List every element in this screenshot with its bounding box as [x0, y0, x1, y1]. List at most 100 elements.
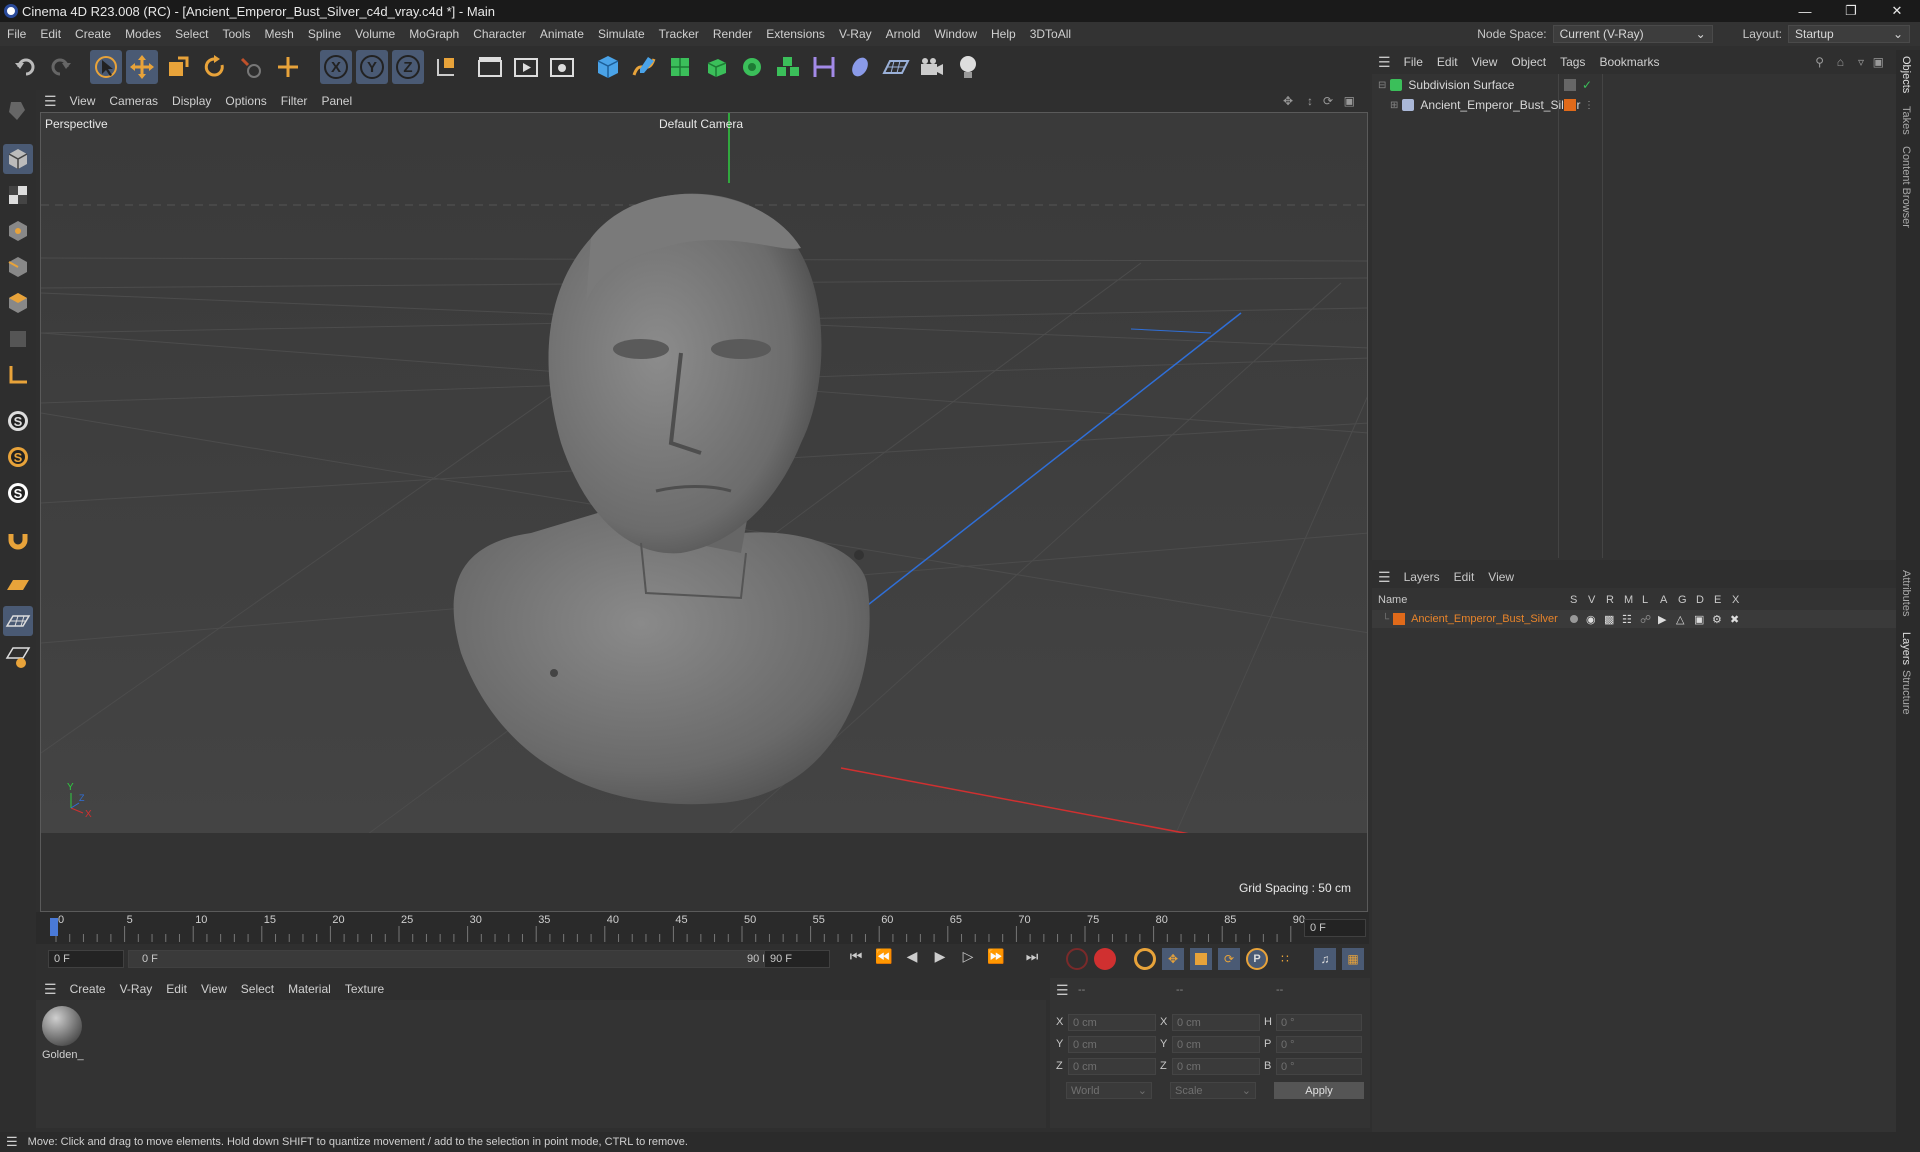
restore-button[interactable]: ❐ — [1828, 0, 1874, 22]
snap-tool-2-button[interactable]: S — [3, 442, 33, 472]
layer-tag-icon[interactable] — [1564, 79, 1576, 91]
visibility-dots-icon[interactable]: ⋮ — [1584, 100, 1594, 111]
snap-tool-1-button[interactable]: S — [3, 406, 33, 436]
tab-attributes[interactable]: Attributes — [1900, 570, 1912, 616]
eye-icon[interactable]: ◉ — [1586, 613, 1596, 626]
object-menu-file[interactable]: File — [1397, 55, 1430, 69]
render-picture-viewer-button[interactable] — [510, 50, 542, 84]
pos-x-field[interactable]: 0 cm — [1068, 1014, 1156, 1031]
material-menu-texture[interactable]: Texture — [338, 982, 391, 996]
material-menu-vray[interactable]: V-Ray — [113, 982, 160, 996]
menu-arnold[interactable]: Arnold — [879, 27, 928, 41]
snap-tool-3-button[interactable]: S — [3, 478, 33, 508]
new-window-icon[interactable]: ▣ — [1873, 55, 1884, 69]
viewport-menu-display[interactable]: Display — [165, 94, 218, 108]
hamburger-icon[interactable]: ☰ — [44, 93, 57, 110]
workplane-button[interactable] — [3, 570, 33, 600]
tab-takes[interactable]: Takes — [1900, 106, 1912, 135]
model-mode-button[interactable] — [3, 144, 33, 174]
rotation-key-icon[interactable]: ⟳ — [1218, 948, 1240, 970]
menu-mograph[interactable]: MoGraph — [402, 27, 466, 41]
tab-layers[interactable]: Layers — [1900, 632, 1912, 665]
parameter-key-icon[interactable]: P — [1246, 948, 1268, 970]
menu-extensions[interactable]: Extensions — [759, 27, 832, 41]
material-menu-select[interactable]: Select — [234, 982, 281, 996]
viewport-menu-view[interactable]: View — [63, 94, 103, 108]
rot-p-field[interactable]: 0 ° — [1276, 1036, 1362, 1053]
scale-tool-button[interactable] — [162, 50, 194, 84]
object-menu-object[interactable]: Object — [1504, 55, 1553, 69]
viewport-maximize-icon[interactable]: ▣ — [1344, 94, 1355, 108]
subdivision-surface-button[interactable] — [664, 50, 696, 84]
polygon-mode-button[interactable] — [3, 288, 33, 318]
hamburger-icon[interactable]: ☰ — [6, 1134, 18, 1150]
menu-3dtoall[interactable]: 3DToAll — [1023, 27, 1078, 41]
edge-mode-button[interactable] — [3, 252, 33, 282]
layer-row[interactable]: └ Ancient_Emperor_Bust_Silver ◉ ▩ ☷ ☍ ▶ … — [1372, 610, 1896, 628]
menu-modes[interactable]: Modes — [118, 27, 168, 41]
cube-primitive-button[interactable] — [592, 50, 624, 84]
make-editable-button[interactable] — [3, 96, 33, 126]
size-mode-dropdown[interactable]: Scale ⌄ — [1170, 1082, 1256, 1099]
point-level-key-icon[interactable]: ∷ — [1274, 948, 1296, 970]
axis-mode-button[interactable] — [3, 360, 33, 390]
minimize-button[interactable]: — — [1782, 0, 1828, 22]
expressions-icon[interactable]: ⚙ — [1712, 613, 1722, 626]
object-menu-bookmarks[interactable]: Bookmarks — [1592, 55, 1666, 69]
hamburger-icon[interactable]: ☰ — [44, 981, 57, 998]
xref-icon[interactable]: ✖ — [1730, 613, 1739, 626]
menu-character[interactable]: Character — [466, 27, 533, 41]
pos-z-field[interactable]: 0 cm — [1068, 1058, 1156, 1075]
uv-mode-button[interactable] — [3, 324, 33, 354]
tab-structure[interactable]: Structure — [1900, 670, 1912, 715]
redo-button[interactable] — [44, 50, 76, 84]
viewport-move-icon[interactable]: ✥ — [1283, 94, 1293, 108]
object-row-subdivision[interactable]: ⊟ Subdivision Surface ✓ — [1372, 76, 1896, 94]
material-menu-create[interactable]: Create — [63, 982, 113, 996]
menu-mesh[interactable]: Mesh — [257, 27, 300, 41]
timeline-ruler[interactable]: 0 5 10 15 20 25 30 35 40 45 50 55 60 65 70 75 80 85 90 0 F — [36, 912, 1369, 944]
keyframe-selection-icon[interactable] — [1134, 948, 1156, 970]
y-axis-lock-button[interactable]: Y — [356, 50, 388, 84]
menu-file[interactable]: File — [0, 27, 33, 41]
object-menu-tags[interactable]: Tags — [1553, 55, 1592, 69]
menu-edit[interactable]: Edit — [33, 27, 68, 41]
light-button[interactable] — [952, 50, 984, 84]
manager-icon[interactable]: ☷ — [1622, 613, 1632, 626]
close-button[interactable]: ✕ — [1874, 0, 1920, 22]
rot-h-field[interactable]: 0 ° — [1276, 1014, 1362, 1031]
magnet-tool-button[interactable] — [3, 524, 33, 554]
move-tool-button[interactable] — [126, 50, 158, 84]
next-frame-icon[interactable]: ▷ — [956, 948, 980, 965]
object-row-bust[interactable]: ⊞ Ancient_Emperor_Bust_Silver ⋮ — [1372, 96, 1896, 114]
expand-icon[interactable]: ⊞ — [1390, 100, 1398, 111]
viewport-menu-panel[interactable]: Panel — [314, 94, 359, 108]
select-tool-button[interactable] — [90, 50, 122, 84]
previous-frame-icon[interactable]: ◀ — [900, 948, 924, 965]
position-key-icon[interactable]: ✥ — [1162, 948, 1184, 970]
record-off-icon[interactable] — [1066, 948, 1088, 970]
render-icon[interactable]: ▩ — [1604, 613, 1614, 626]
field-button[interactable] — [844, 50, 876, 84]
menu-render[interactable]: Render — [706, 27, 759, 41]
expand-icon[interactable]: ⊟ — [1378, 80, 1386, 91]
floor-button[interactable] — [880, 50, 912, 84]
3d-viewport[interactable]: Y X Z Perspective Default Camera Grid Sp… — [40, 112, 1368, 912]
filter-icon[interactable]: ▿ — [1858, 55, 1864, 69]
menu-select[interactable]: Select — [168, 27, 215, 41]
go-to-start-icon[interactable]: ⏮ — [844, 948, 868, 965]
point-mode-button[interactable] — [3, 216, 33, 246]
spline-pen-button[interactable] — [628, 50, 660, 84]
coordinate-system-button[interactable] — [430, 50, 462, 84]
next-key-icon[interactable]: ⏩ — [984, 948, 1008, 965]
hamburger-icon[interactable]: ☰ — [1056, 982, 1069, 999]
locked-workplane-button[interactable] — [3, 642, 33, 672]
object-menu-view[interactable]: View — [1465, 55, 1505, 69]
size-z-field[interactable]: 0 cm — [1172, 1058, 1260, 1075]
camera-button[interactable] — [916, 50, 948, 84]
enabled-check-icon[interactable]: ✓ — [1582, 78, 1592, 92]
deformer-icon[interactable]: ▣ — [1694, 613, 1704, 626]
tab-objects[interactable]: Objects — [1900, 56, 1912, 93]
tab-content-browser[interactable]: Content Browser — [1900, 146, 1912, 228]
menu-tools[interactable]: Tools — [215, 27, 257, 41]
